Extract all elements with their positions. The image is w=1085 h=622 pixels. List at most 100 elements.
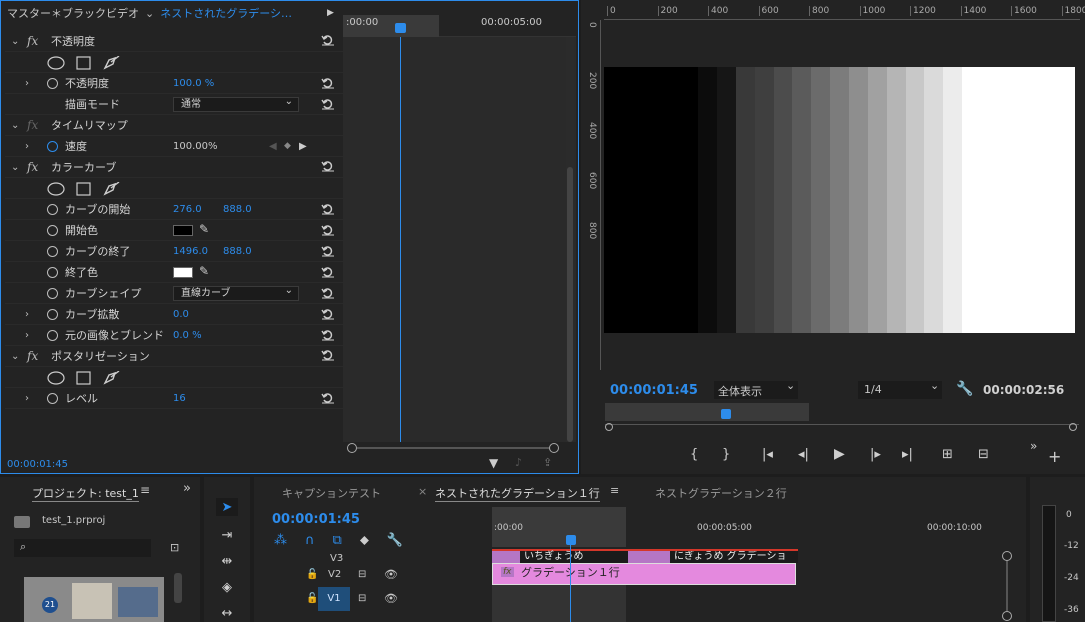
reset-icon[interactable] [321,203,335,215]
chevron-right-icon[interactable]: › [25,78,29,89]
ec-keyframe-area[interactable] [343,37,576,442]
stopwatch-icon[interactable] [47,245,58,257]
filter-icon[interactable]: ▼ [489,456,498,470]
ec-hscroll[interactable] [347,442,559,454]
menu-icon[interactable]: ≡ [140,483,150,497]
track-label-v1[interactable]: V1 [318,587,350,611]
clip-tab[interactable]: ネストされたグラデーシ… [160,5,292,21]
stopwatch-icon[interactable] [47,203,58,215]
reset-icon[interactable] [321,34,335,46]
nest-toggle-icon[interactable]: ⁂ [274,533,287,549]
eyedropper-icon[interactable]: ✎ [199,222,209,236]
curve-start-x[interactable]: 276.0 [173,204,202,215]
caption-clip-2[interactable]: にぎょうめ グラデーショ [670,551,798,563]
reset-icon[interactable] [321,287,335,299]
project-tab[interactable]: プロジェクト: test_1 [32,485,139,502]
curve-diffuse-row[interactable]: › カーブ拡散 0.0 [5,304,343,325]
go-to-out-icon[interactable]: ▸| [902,447,913,462]
end-color-swatch[interactable] [173,267,193,278]
ripple-edit-tool-icon[interactable]: ⇹ [216,552,238,570]
speed-row[interactable]: › 速度 100.00% ◀ ◆ ▶ [5,136,343,157]
pen-mask-icon[interactable] [103,371,120,385]
chevron-right-icon[interactable]: › [25,309,29,320]
media-thumbnail[interactable]: 21 [24,577,164,622]
opacity-prop-row[interactable]: › 不透明度 100.0 % [5,73,343,94]
stopwatch-icon[interactable] [47,140,58,152]
stopwatch-icon[interactable] [47,392,58,404]
chevron-right-icon[interactable]: › [25,141,29,152]
timeline-timecode[interactable]: 00:00:01:45 [272,512,360,527]
section-posterize[interactable]: ⌄ fx ポスタリゼーション [5,346,343,367]
lock-icon[interactable]: 🔓 [306,569,318,580]
slip-tool-icon[interactable]: ↔ [216,604,238,622]
stopwatch-icon[interactable] [47,287,58,299]
prev-keyframe-icon[interactable]: ◀ [269,141,277,152]
export-icon[interactable]: ⇪ [543,456,552,469]
reset-icon[interactable] [321,329,335,341]
lock-icon[interactable]: 🔓 [306,593,318,604]
blend-original-value[interactable]: 0.0 % [173,330,202,341]
play-only-icon[interactable]: ▶ [327,8,334,18]
curve-end-x[interactable]: 1496.0 [173,246,208,257]
go-to-in-icon[interactable]: |◂ [762,447,773,462]
program-mini-timeline[interactable] [605,403,1079,431]
stopwatch-icon[interactable] [47,266,58,278]
reset-icon[interactable] [321,77,335,89]
curve-end-y[interactable]: 888.0 [223,246,252,257]
track-select-tool-icon[interactable]: ⇥ [216,526,238,544]
curve-start-y[interactable]: 888.0 [223,204,252,215]
end-color-row[interactable]: 終了色 ✎ [5,262,343,283]
reset-icon[interactable] [321,349,335,361]
reset-icon[interactable] [321,266,335,278]
curve-diffuse-value[interactable]: 0.0 [173,309,189,320]
section-opacity[interactable]: ⌄ fx 不透明度 [5,31,343,52]
reset-icon[interactable] [321,224,335,236]
project-scrollbar[interactable] [174,573,182,603]
start-color-swatch[interactable] [173,225,193,236]
ellipse-mask-icon[interactable] [47,371,65,385]
curve-shape-row[interactable]: カーブシェイプ 直線カーブ [5,283,343,304]
razor-tool-icon[interactable]: ◈ [216,578,238,596]
linked-selection-icon[interactable]: ⧉ [333,533,342,549]
wrench-icon[interactable]: 🔧 [956,381,973,397]
nested-sequence-clip[interactable]: fx グラデーション１行 [492,563,796,585]
section-time-remap[interactable]: ⌄ fx タイムリマップ [5,115,343,136]
sync-lock-icon[interactable]: ⊟ [358,593,366,604]
rect-mask-icon[interactable] [76,56,91,70]
snap-icon[interactable]: ∩ [305,533,315,549]
add-marker-icon[interactable]: ⬥ [360,533,369,549]
more-buttons-icon[interactable]: » [1030,439,1037,453]
ellipse-mask-icon[interactable] [47,182,65,196]
project-search-input[interactable]: ⌕ [14,539,151,557]
reset-icon[interactable] [321,160,335,172]
timeline-tab-1[interactable]: キャプションテスト [282,485,381,501]
add-button-icon[interactable]: + [1048,447,1061,466]
playhead-handle[interactable] [721,409,731,419]
more-panels-icon[interactable]: » [183,481,191,496]
reset-icon[interactable] [321,98,335,110]
caption-track-clips[interactable]: いちぎょうめ にぎょうめ グラデーショ [492,549,798,563]
reset-icon[interactable] [321,392,335,404]
chevron-right-icon[interactable]: › [25,393,29,404]
playhead-handle[interactable] [395,23,406,33]
vscroll-bottom[interactable] [1002,611,1012,621]
playhead-handle[interactable] [566,535,576,545]
step-back-icon[interactable]: ◂| [798,447,809,462]
reset-icon[interactable] [321,245,335,257]
blend-original-row[interactable]: › 元の画像とブレンド 0.0 % [5,325,343,346]
stopwatch-icon[interactable] [47,224,58,236]
chevron-down-icon[interactable]: ⌄ [930,379,939,392]
eye-icon[interactable]: 👁 [384,592,398,605]
chevron-right-icon[interactable]: › [25,330,29,341]
mark-in-icon[interactable]: { [690,447,698,462]
pen-mask-icon[interactable] [103,56,120,70]
chevron-down-icon[interactable]: ⌄ [11,162,19,173]
track-area[interactable]: いちぎょうめ にぎょうめ グラデーショ fx グラデーション１行 [492,539,1026,622]
new-bin-icon[interactable]: ⊡ [170,541,179,554]
project-file-name[interactable]: test_1.prproj [42,515,105,526]
close-icon[interactable]: × [418,485,427,498]
stopwatch-icon[interactable] [47,77,58,89]
curve-start-row[interactable]: カーブの開始 276.0 888.0 [5,199,343,220]
play-icon[interactable]: ▶ [834,446,845,462]
lift-icon[interactable]: ⊞ [942,447,953,462]
